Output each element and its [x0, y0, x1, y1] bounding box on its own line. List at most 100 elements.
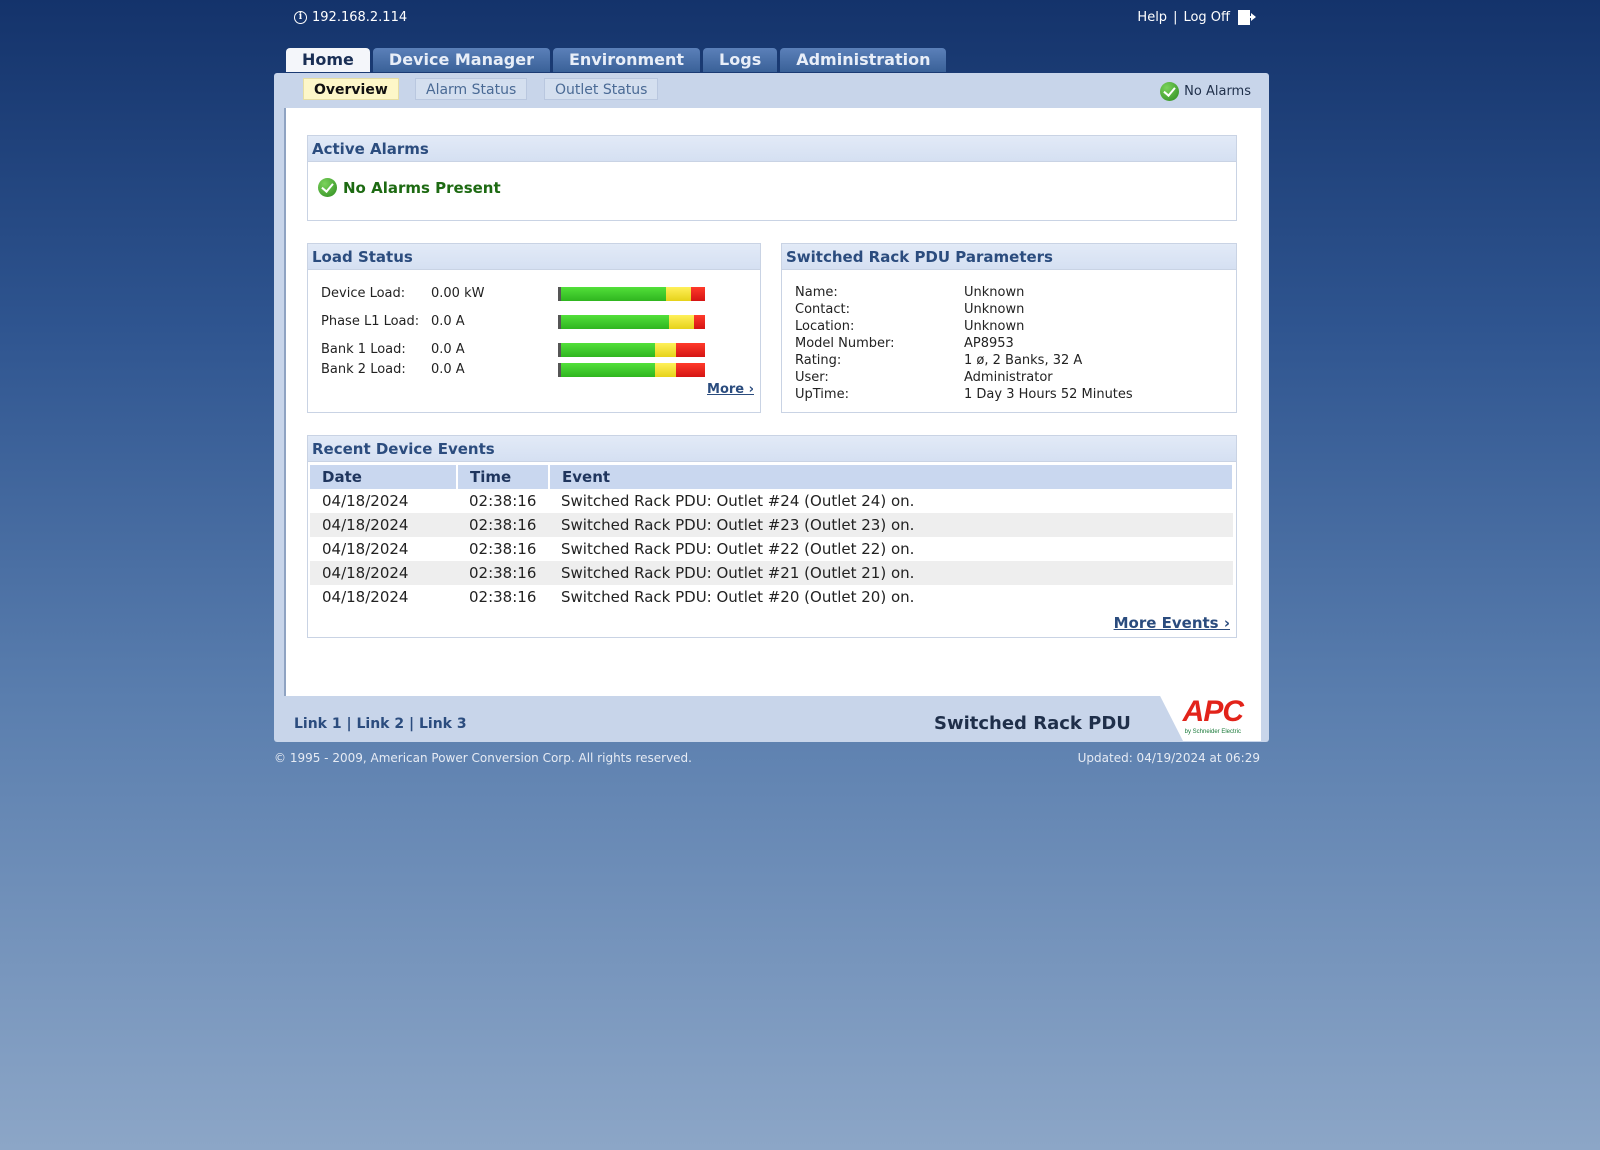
param-value: Unknown: [964, 302, 1025, 317]
load-label: Bank 2 Load:: [321, 362, 406, 377]
param-value: Unknown: [964, 319, 1025, 334]
param-value: 1 ø, 2 Banks, 32 A: [964, 353, 1083, 368]
panel-footer: Link 1 | Link 2 | Link 3 Switched Rack P…: [274, 695, 1269, 742]
event-time: 02:38:16: [457, 513, 549, 537]
footer-link-1[interactable]: Link 1: [294, 716, 342, 732]
logoff-link[interactable]: Log Off: [1183, 10, 1230, 25]
load-row-bank-1: Bank 1 Load: 0.0 A: [321, 342, 741, 360]
param-row: User: Administrator: [795, 370, 1225, 387]
parameters-title: Switched Rack PDU Parameters: [782, 244, 1236, 270]
info-icon: i: [294, 11, 307, 24]
load-value: 0.0 A: [431, 362, 465, 377]
event-time: 02:38:16: [469, 492, 537, 510]
subtab-outlet-status[interactable]: Outlet Status: [544, 78, 659, 100]
param-row: Name: Unknown: [795, 285, 1225, 302]
load-label: Phase L1 Load:: [321, 314, 420, 329]
load-label: Device Load:: [321, 286, 406, 301]
footer-links: Link 1 | Link 2 | Link 3: [294, 716, 467, 732]
event-date: 04/18/2024: [310, 561, 457, 585]
param-row: Model Number: AP8953: [795, 336, 1225, 353]
event-text: Switched Rack PDU: Outlet #24 (Outlet 24…: [561, 492, 915, 510]
event-text: Switched Rack PDU: Outlet #22 (Outlet 22…: [561, 540, 915, 558]
load-bar: [558, 315, 705, 329]
ok-check-icon: [1160, 82, 1180, 101]
load-label: Bank 1 Load:: [321, 342, 406, 357]
updated-timestamp: Updated: 04/19/2024 at 06:29: [1077, 751, 1260, 765]
load-bar: [558, 363, 705, 377]
event-text: Switched Rack PDU: Outlet #21 (Outlet 21…: [549, 561, 1233, 585]
param-row: Contact: Unknown: [795, 302, 1225, 319]
recent-events-title: Recent Device Events: [308, 436, 1236, 462]
param-value: Administrator: [964, 370, 1053, 385]
event-time: 02:38:16: [469, 588, 537, 606]
tab-home[interactable]: Home: [286, 48, 370, 72]
param-value: Unknown: [964, 285, 1025, 300]
column-header-event[interactable]: Event: [549, 465, 1234, 489]
tab-logs[interactable]: Logs: [703, 48, 778, 72]
load-status-title: Load Status: [308, 244, 760, 270]
ok-check-icon: [318, 178, 337, 197]
recent-events-box: Recent Device Events Date Time Event 04/…: [307, 435, 1237, 638]
param-value: AP8953: [964, 336, 1014, 351]
param-row: UpTime: 1 Day 3 Hours 52 Minutes: [795, 387, 1225, 404]
more-events-link[interactable]: More Events ›: [1114, 614, 1230, 632]
event-text: Switched Rack PDU: Outlet #23 (Outlet 23…: [549, 513, 1233, 537]
load-more-link[interactable]: More ›: [707, 382, 754, 397]
parameters-box: Switched Rack PDU Parameters Name: Unkno…: [781, 243, 1237, 413]
top-bar: i 192.168.2.114 Help | Log Off: [0, 0, 1600, 40]
event-date: 04/18/2024: [310, 513, 457, 537]
table-row: 04/18/2024 02:38:16 Switched Rack PDU: O…: [310, 489, 1233, 513]
table-row: 04/18/2024 02:38:16 Switched Rack PDU: O…: [310, 513, 1233, 537]
separator: |: [1173, 10, 1178, 25]
subtab-alarm-status[interactable]: Alarm Status: [415, 78, 528, 100]
apc-logo: APC by Schneider Electric: [1159, 695, 1261, 741]
load-value: 0.00 kW: [431, 286, 485, 301]
param-value: 1 Day 3 Hours 52 Minutes: [964, 387, 1133, 402]
top-links: Help | Log Off: [1137, 10, 1256, 25]
event-date: 04/18/2024: [322, 588, 409, 606]
table-row: 04/18/2024 02:38:16 Switched Rack PDU: O…: [310, 561, 1233, 585]
param-label: Contact:: [795, 302, 850, 317]
main-tabs: Home Device Manager Environment Logs Adm…: [286, 48, 947, 72]
event-text: Switched Rack PDU: Outlet #20 (Outlet 20…: [561, 588, 915, 606]
event-time: 02:38:16: [469, 540, 537, 558]
event-date: 04/18/2024: [322, 540, 409, 558]
active-alarms-title: Active Alarms: [308, 136, 1236, 162]
column-header-time[interactable]: Time: [457, 465, 550, 489]
device-address: i 192.168.2.114: [294, 10, 407, 25]
ip-address: 192.168.2.114: [312, 10, 408, 25]
footer-link-2[interactable]: Link 2: [357, 716, 405, 732]
load-row-device: Device Load: 0.00 kW: [321, 286, 741, 304]
load-value: 0.0 A: [431, 314, 465, 329]
product-name: Switched Rack PDU: [934, 713, 1131, 734]
alarm-message: No Alarms Present: [318, 178, 501, 197]
footer-link-3[interactable]: Link 3: [419, 716, 467, 732]
param-label: Name:: [795, 285, 838, 300]
tab-administration[interactable]: Administration: [780, 48, 947, 72]
param-label: User:: [795, 370, 829, 385]
column-header-date[interactable]: Date: [310, 465, 458, 489]
alarm-status-indicator[interactable]: No Alarms: [1160, 82, 1251, 101]
sub-navigation: Overview Alarm Status Outlet Status No A…: [274, 73, 1269, 107]
param-label: Location:: [795, 319, 855, 334]
copyright-text: © 1995 - 2009, American Power Conversion…: [274, 751, 692, 765]
subtab-overview[interactable]: Overview: [303, 78, 399, 100]
tab-device-manager[interactable]: Device Manager: [372, 48, 550, 72]
table-row: 04/18/2024 02:38:16 Switched Rack PDU: O…: [310, 585, 1233, 609]
load-status-box: Load Status Device Load: 0.00 kW Phase L…: [307, 243, 761, 413]
table-header-row: Date Time Event: [310, 465, 1234, 489]
param-row: Rating: 1 ø, 2 Banks, 32 A: [795, 353, 1225, 370]
logoff-icon[interactable]: [1238, 10, 1256, 25]
event-time: 02:38:16: [457, 561, 549, 585]
events-table: Date Time Event 04/18/2024 02:38:16 Swit…: [310, 465, 1234, 609]
param-label: UpTime:: [795, 387, 849, 402]
help-link[interactable]: Help: [1137, 10, 1167, 25]
load-bar: [558, 287, 705, 301]
load-row-phase-l1: Phase L1 Load: 0.0 A: [321, 314, 741, 332]
no-alarms-text: No Alarms Present: [343, 178, 501, 197]
tab-environment[interactable]: Environment: [552, 48, 701, 72]
apc-logo-subtext: by Schneider Electric: [1184, 729, 1241, 735]
alarm-status-label: No Alarms: [1184, 84, 1251, 99]
load-bar: [558, 343, 705, 357]
event-date: 04/18/2024: [322, 492, 409, 510]
